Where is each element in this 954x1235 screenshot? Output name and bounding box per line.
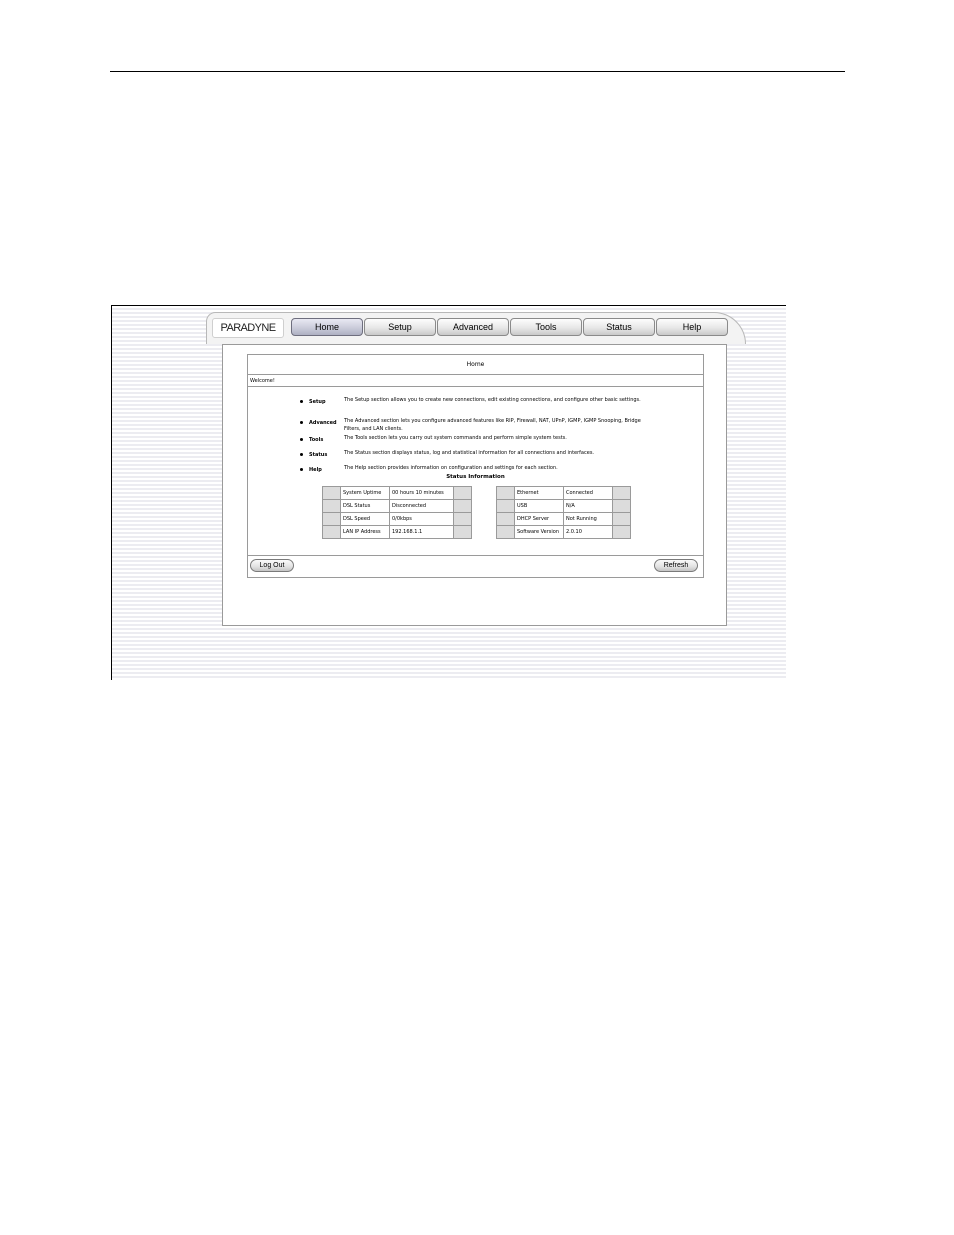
status-information-heading: Status Information <box>446 474 505 480</box>
bullet-icon <box>300 453 303 456</box>
tab-advanced[interactable]: Advanced <box>437 318 509 336</box>
status-label: LAN IP Address <box>340 525 390 539</box>
section-name-tools: Tools <box>309 437 324 443</box>
status-value: Not Running <box>563 512 613 526</box>
section-desc-status: The Status section displays status, log … <box>344 450 595 456</box>
table-row: Ethernet Connected <box>496 486 631 500</box>
table-row: DSL Status Disconnected <box>322 499 472 513</box>
status-table-right: Ethernet Connected USB N/A DHCP Server N… <box>496 486 631 539</box>
tab-help[interactable]: Help <box>656 318 728 336</box>
tab-home[interactable]: Home <box>291 318 363 336</box>
home-frame: Home Welcome! Setup The Setup section al… <box>247 354 704 578</box>
content-panel: Home Welcome! Setup The Setup section al… <box>222 344 727 626</box>
status-label: System Uptime <box>340 486 390 500</box>
section-name-status: Status <box>309 452 328 458</box>
status-label: DHCP Server <box>514 512 564 526</box>
welcome-text: Welcome! <box>250 378 275 384</box>
table-row: DSL Speed 0/0kbps <box>322 512 472 526</box>
status-label: Ethernet <box>514 486 564 500</box>
footer-divider <box>248 555 703 556</box>
status-value: 0/0kbps <box>389 512 454 526</box>
bullet-icon <box>300 438 303 441</box>
table-row: LAN IP Address 192.168.1.1 <box>322 525 472 539</box>
page-title: Home <box>248 355 703 375</box>
status-value: N/A <box>563 499 613 513</box>
status-label: DSL Speed <box>340 512 390 526</box>
table-row: System Uptime 00 hours 10 minutes <box>322 486 472 500</box>
bullet-icon <box>300 400 303 403</box>
refresh-button[interactable]: Refresh <box>654 559 698 572</box>
nav-tabs: Home Setup Advanced Tools Status Help <box>291 318 728 336</box>
section-name-advanced: Advanced <box>309 420 337 426</box>
section-desc-setup: The Setup section allows you to create n… <box>344 397 641 403</box>
status-label: USB <box>514 499 564 513</box>
tab-setup[interactable]: Setup <box>364 318 436 336</box>
top-navigation-bar: PARADYNE Home Setup Advanced Tools Statu… <box>206 312 746 344</box>
table-row: USB N/A <box>496 499 631 513</box>
tab-tools[interactable]: Tools <box>510 318 582 336</box>
bullet-icon <box>300 421 303 424</box>
status-value: 192.168.1.1 <box>389 525 454 539</box>
paradyne-logo: PARADYNE <box>212 318 284 338</box>
status-table-left: System Uptime 00 hours 10 minutes DSL St… <box>322 486 472 539</box>
welcome-divider <box>248 386 703 387</box>
section-desc-help: The Help section provides information on… <box>344 465 558 471</box>
bullet-icon <box>300 468 303 471</box>
tab-status[interactable]: Status <box>583 318 655 336</box>
section-desc-tools: The Tools section lets you carry out sys… <box>344 435 567 441</box>
status-value: Connected <box>563 486 613 500</box>
section-name-setup: Setup <box>309 399 326 405</box>
router-web-ui-screenshot: PARADYNE Home Setup Advanced Tools Statu… <box>111 305 786 680</box>
status-value: 00 hours 10 minutes <box>389 486 454 500</box>
status-label: DSL Status <box>340 499 390 513</box>
table-row: DHCP Server Not Running <box>496 512 631 526</box>
table-row: Software Version 2.0.10 <box>496 525 631 539</box>
page-header-rule <box>110 71 845 72</box>
log-out-button[interactable]: Log Out <box>250 559 294 572</box>
status-label: Software Version <box>514 525 564 539</box>
status-value: 2.0.10 <box>563 525 613 539</box>
status-value: Disconnected <box>389 499 454 513</box>
section-desc-advanced: The Advanced section lets you configure … <box>344 418 641 432</box>
